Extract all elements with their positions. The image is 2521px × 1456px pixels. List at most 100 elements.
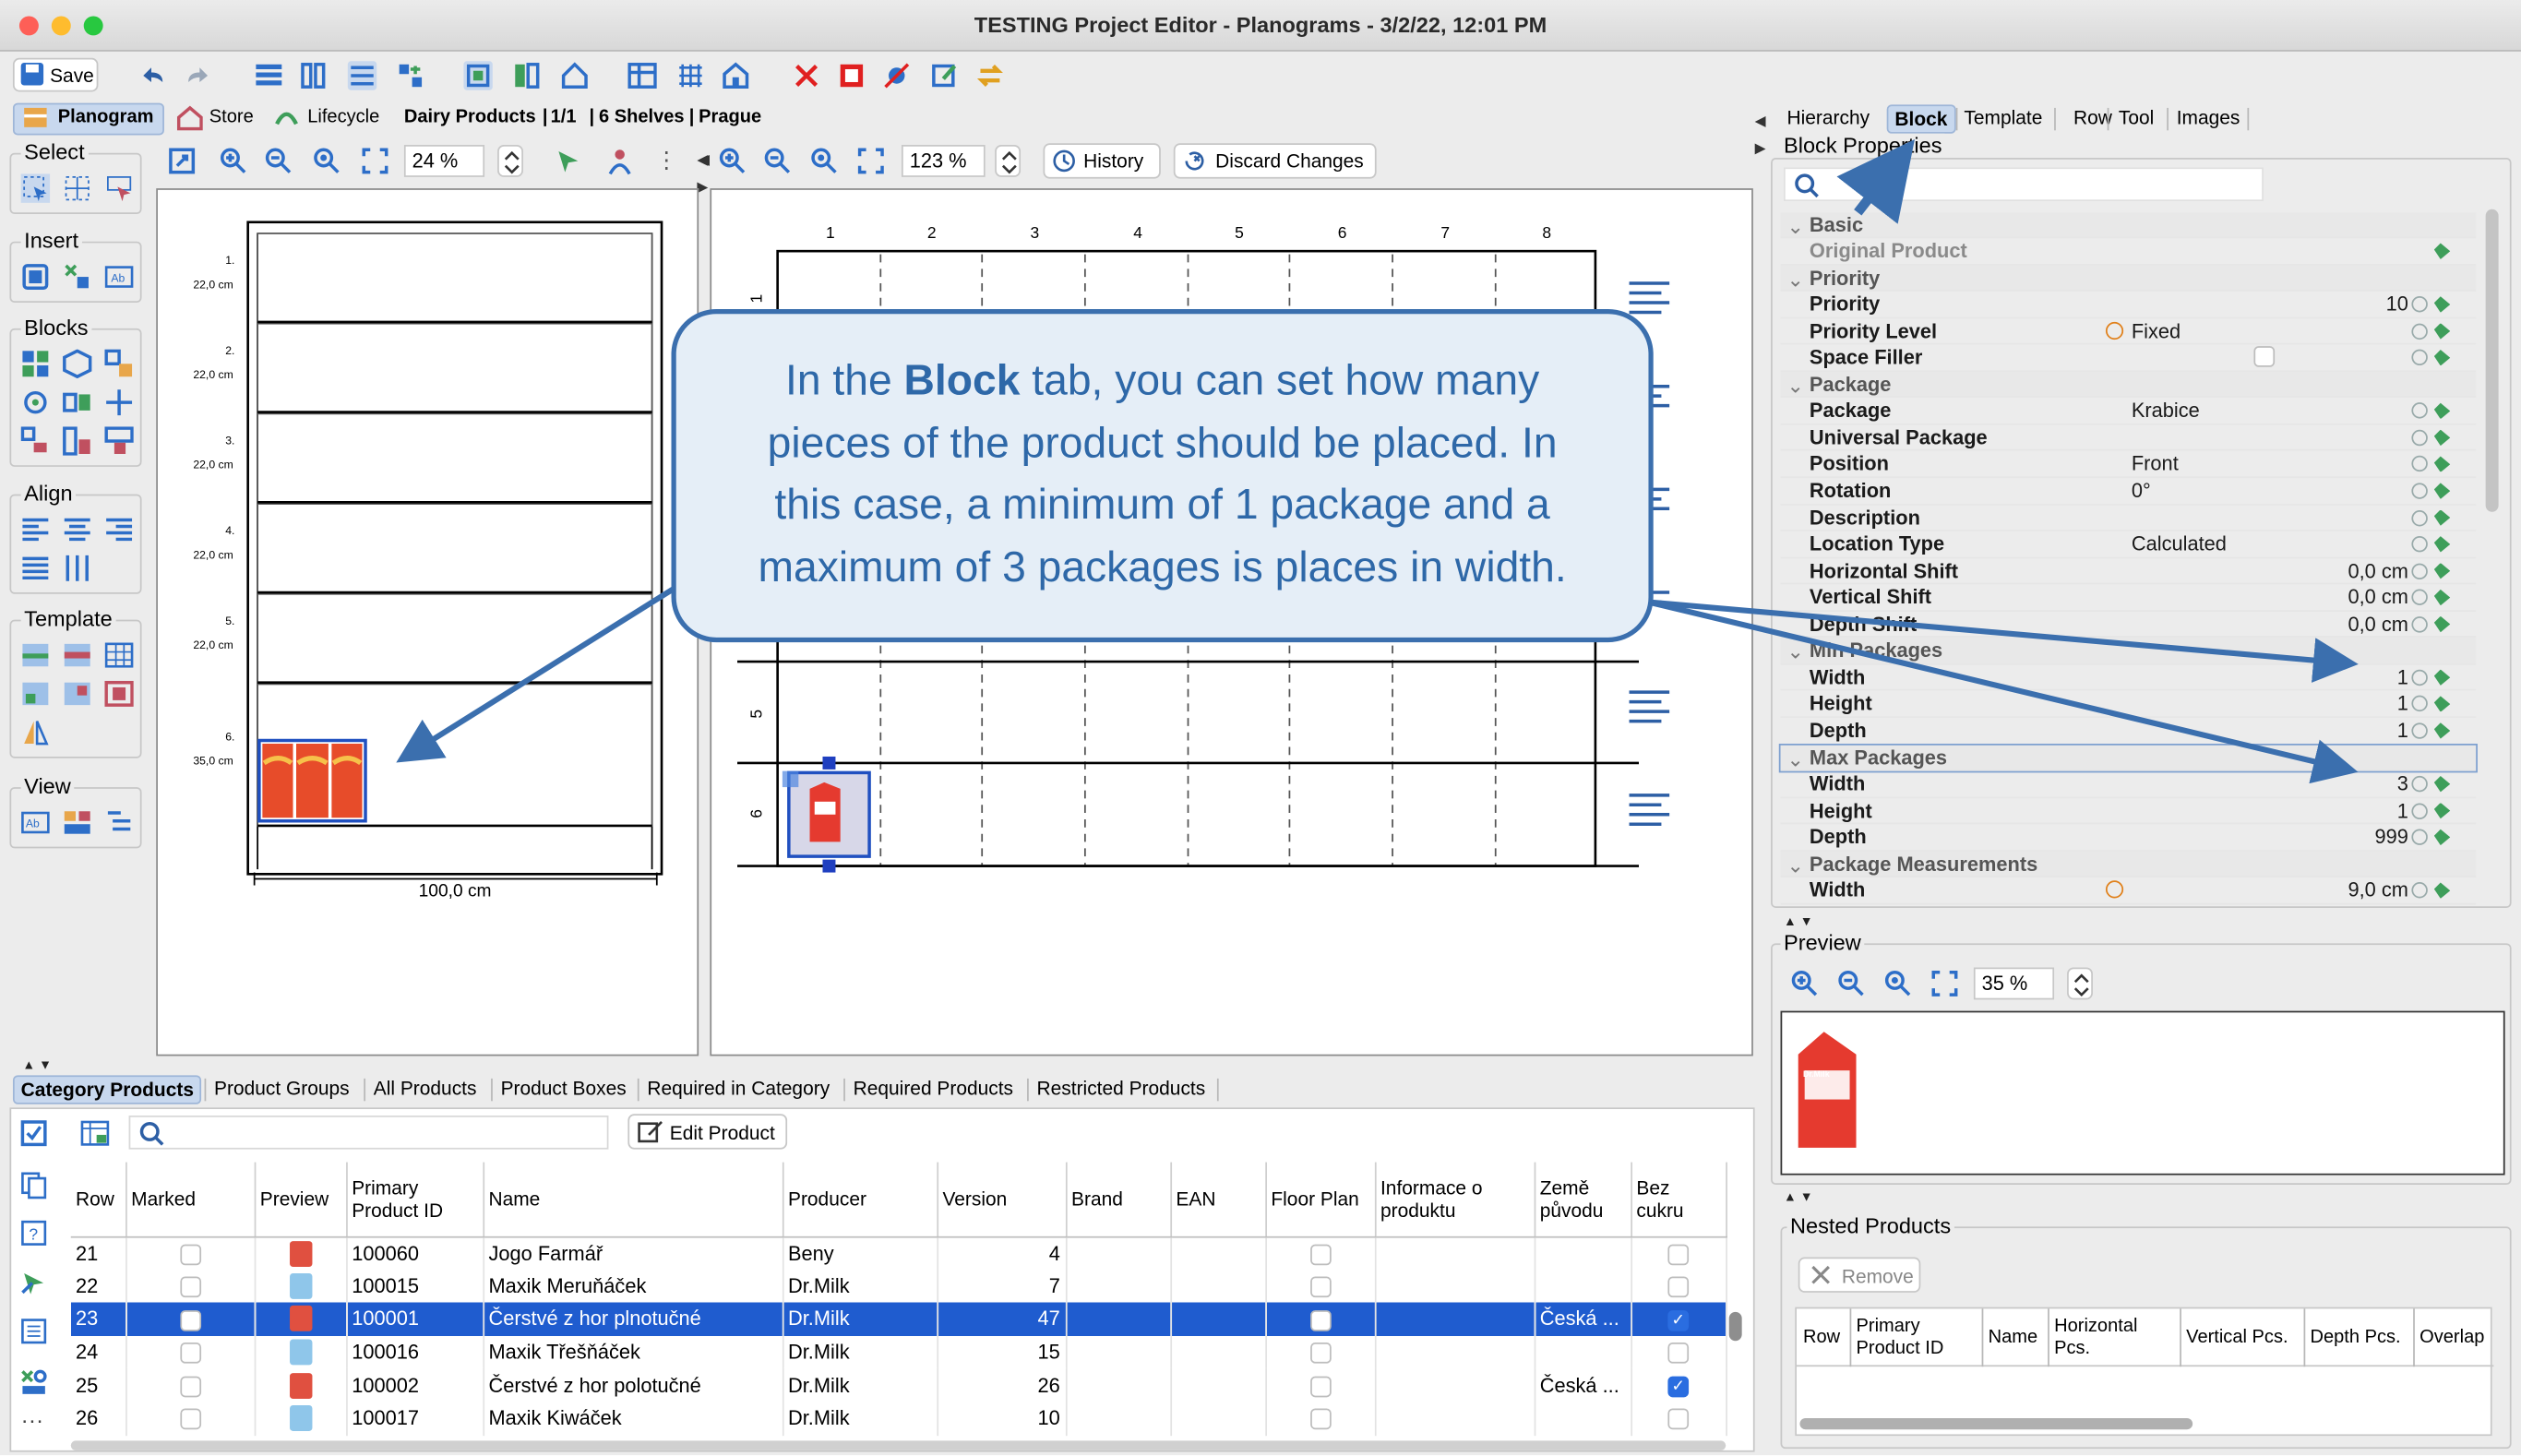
align-right-icon[interactable] — [104, 515, 133, 543]
view-labels-icon[interactable]: Ab — [21, 808, 50, 837]
left-canvas[interactable]: 1. 22,0 cm 2. 22,0 cm 3. 22,0 cm 4. 22,0… — [156, 188, 699, 1056]
split-arrows-icon[interactable]: ▲ ▼ — [22, 1057, 52, 1072]
property-category[interactable]: ⌄ Priority — [1780, 265, 2477, 292]
property-row[interactable]: Priority Level Fixed — [1780, 318, 2477, 345]
col-brand[interactable]: Brand — [1065, 1162, 1172, 1237]
pin-property-icon[interactable] — [2433, 775, 2451, 793]
redo-icon[interactable] — [184, 61, 212, 90]
block-grid-icon[interactable] — [21, 350, 50, 378]
reset-icon[interactable] — [2411, 402, 2428, 420]
checkbox[interactable] — [1667, 1343, 1690, 1364]
hide-icon[interactable] — [882, 61, 911, 90]
preview-zoom-stepper[interactable] — [2067, 967, 2093, 1000]
property-row[interactable]: Universal Package — [1780, 424, 2477, 452]
reset-icon[interactable] — [2411, 615, 2428, 633]
pattern-icon[interactable] — [676, 61, 705, 90]
preview-zoom-fit-icon[interactable] — [1930, 969, 1959, 997]
property-row[interactable]: Description — [1780, 505, 2477, 531]
property-category[interactable]: ⌄ Max Packages — [1778, 743, 2478, 773]
reset-icon[interactable] — [2411, 669, 2428, 686]
property-row[interactable]: Depth 999 — [1780, 824, 2477, 852]
template-mirror-icon[interactable] — [21, 718, 50, 746]
property-search-input[interactable] — [1784, 167, 2264, 202]
table-row[interactable]: 24 100016 Maxik Třešňáček Dr.Milk 15 — [70, 1335, 1727, 1369]
nested-col-name[interactable]: Name — [1989, 1328, 2038, 1347]
property-row[interactable]: Priority 10 — [1780, 292, 2477, 318]
preview-zoom-in-icon[interactable] — [1790, 969, 1819, 997]
zoom-out-icon[interactable] — [264, 147, 293, 175]
reset-icon[interactable] — [2411, 802, 2428, 819]
reset-icon[interactable] — [2411, 696, 2428, 712]
checkbox[interactable] — [179, 1409, 201, 1430]
property-category[interactable]: ⌄ Min Packages — [1780, 638, 2477, 665]
property-row[interactable]: Height 1 — [1780, 798, 2477, 825]
property-row[interactable]: Horizontal Shift 0,0 cm — [1780, 558, 2477, 585]
delete-icon[interactable] — [792, 61, 820, 90]
align-left-icon[interactable] — [21, 515, 50, 543]
property-row[interactable]: Rotation 0° — [1780, 478, 2477, 506]
reset-icon[interactable] — [2411, 429, 2428, 447]
swap-icon[interactable] — [975, 61, 1004, 90]
zoom-reset-icon[interactable] — [312, 147, 341, 175]
property-row[interactable]: Vertical Shift 0,0 cm — [1780, 585, 2477, 612]
reset-icon[interactable] — [2411, 562, 2428, 579]
pin-property-icon[interactable] — [2433, 829, 2451, 846]
checkbox[interactable] — [1309, 1243, 1331, 1265]
tab-row[interactable]: Row — [2067, 104, 2119, 130]
col-informace[interactable]: Informace o produktu — [1374, 1162, 1535, 1237]
col-version[interactable]: Version — [937, 1162, 1067, 1237]
reset-icon[interactable] — [2411, 536, 2428, 553]
property-row[interactable]: Depth Shift 0,0 cm — [1780, 612, 2477, 638]
nested-scrollbar[interactable] — [1799, 1417, 2193, 1430]
tab-images[interactable]: Images — [2170, 104, 2247, 130]
pin-icon[interactable] — [554, 147, 582, 175]
nested-col-horizontal[interactable]: Horizontal Pcs. — [2054, 1315, 2177, 1360]
planogram-view-icon[interactable] — [463, 61, 493, 90]
history-button[interactable]: History — [1043, 143, 1161, 179]
discard-changes-button[interactable]: Discard Changes — [1173, 143, 1377, 179]
split-arrows-3-icon[interactable]: ▲ ▼ — [1784, 1189, 1813, 1204]
pin-property-icon[interactable] — [2433, 615, 2451, 633]
table-row[interactable]: 21 100060 Jogo Farmář Beny 4 — [70, 1235, 1727, 1270]
shelf-view-icon[interactable] — [512, 61, 541, 90]
pin-property-icon[interactable] — [2433, 802, 2451, 819]
reset-icon[interactable] — [2411, 509, 2428, 526]
pin-property-icon[interactable] — [2433, 429, 2451, 447]
select-pointer-icon[interactable] — [104, 173, 133, 202]
reset-icon[interactable] — [2411, 775, 2428, 793]
split-arrows-2-icon[interactable]: ▲ ▼ — [1784, 914, 1813, 929]
table-row[interactable]: 22 100015 Maxik Meruňáček Dr.Milk 7 — [70, 1269, 1727, 1303]
col-producer[interactable]: Producer — [782, 1162, 938, 1237]
layout-rows-icon[interactable] — [255, 61, 283, 90]
pin-property-icon[interactable] — [2433, 456, 2451, 472]
align-vertical-icon[interactable] — [63, 554, 91, 582]
tab-tool[interactable]: Tool — [2112, 104, 2160, 130]
block-rotate-icon[interactable] — [21, 388, 50, 416]
pin-property-icon[interactable] — [2433, 696, 2451, 712]
pin-property-icon[interactable] — [2433, 589, 2451, 606]
block-merge-icon[interactable] — [104, 426, 134, 455]
preview-zoom-reset-icon[interactable] — [1883, 969, 1912, 997]
tab-template[interactable]: Template — [1957, 104, 2049, 130]
checkbox[interactable] — [179, 1376, 201, 1397]
pin-property-icon[interactable] — [2433, 536, 2451, 553]
arrange-icon[interactable] — [396, 61, 424, 90]
layout-columns-icon[interactable] — [299, 61, 328, 90]
reset-icon[interactable] — [2411, 456, 2428, 472]
property-row[interactable]: Package Krabice — [1780, 399, 2477, 425]
expand-props-icon[interactable]: ▶ — [1755, 140, 1766, 158]
property-row[interactable]: Width 9,0 cm — [1780, 877, 2477, 905]
reset-icon[interactable] — [2411, 350, 2428, 366]
copy-icon[interactable] — [19, 1170, 48, 1199]
block-stack-icon[interactable] — [20, 426, 50, 455]
reset-icon[interactable] — [2411, 589, 2428, 606]
template-1-icon[interactable] — [21, 640, 50, 669]
reset-icon[interactable] — [2411, 722, 2428, 739]
table-row[interactable]: 23 100001 Čerstvé z hor plnotučné Dr.Milk 47… — [70, 1302, 1727, 1336]
edit-icon[interactable] — [930, 61, 959, 90]
left-zoom-field[interactable]: 24 % — [403, 145, 485, 177]
building-icon[interactable] — [722, 61, 750, 90]
insert-product-icon[interactable] — [63, 262, 91, 291]
pin-property-icon[interactable] — [2433, 323, 2451, 340]
template-4-icon[interactable] — [21, 679, 50, 708]
